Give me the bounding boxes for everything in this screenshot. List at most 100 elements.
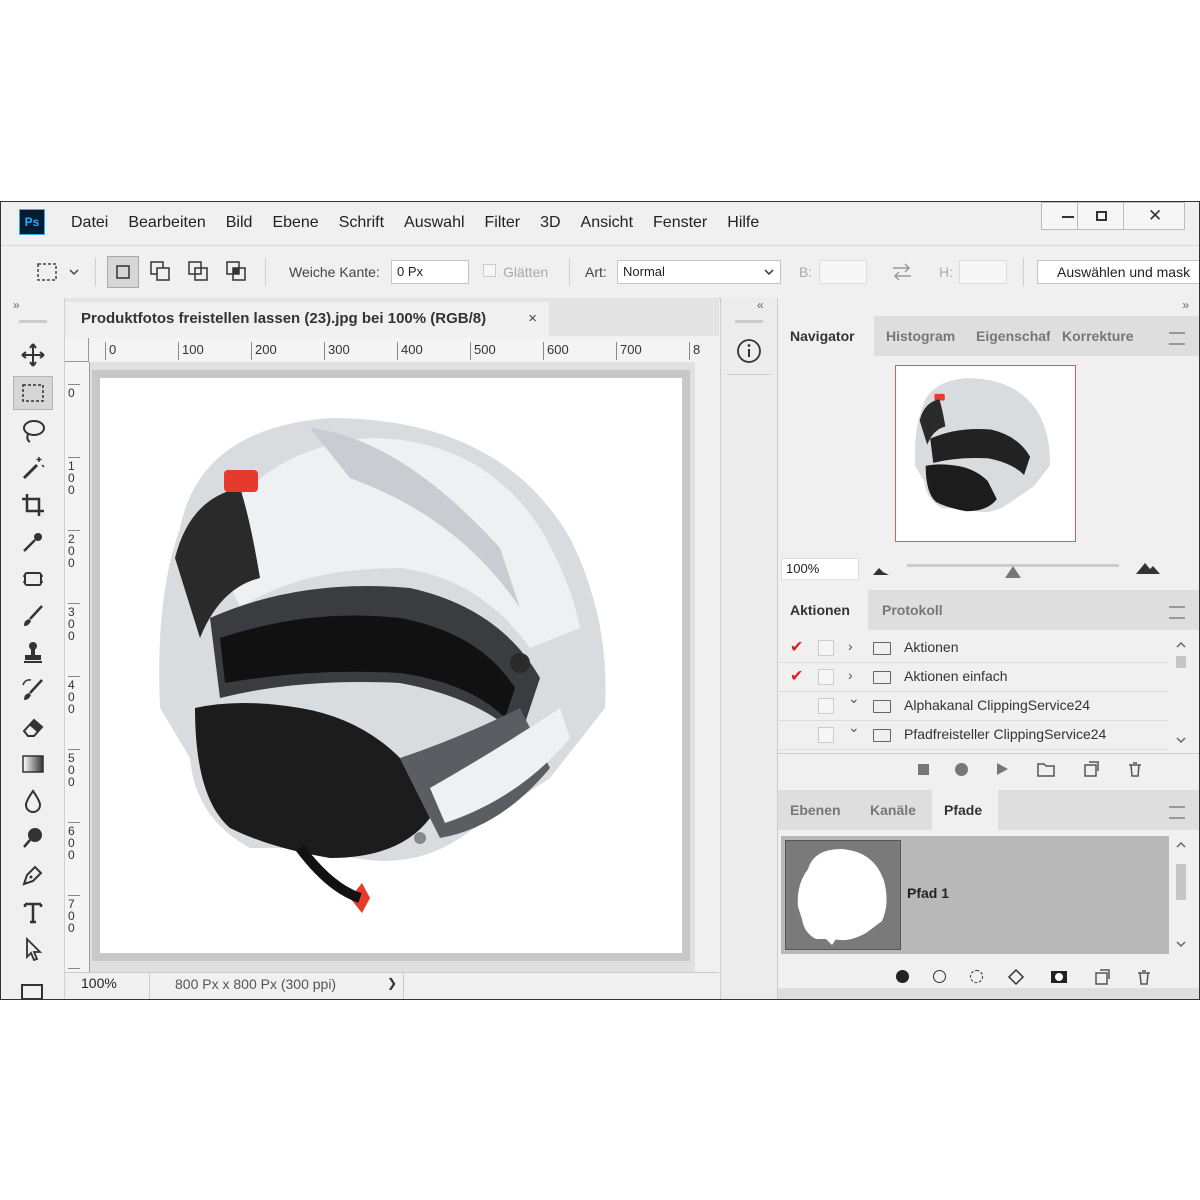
zoom-out-mountain-icon[interactable] <box>871 563 891 577</box>
type-tool[interactable] <box>13 895 53 929</box>
dodge-tool[interactable] <box>13 821 53 855</box>
menu-datei[interactable]: Datei <box>71 214 108 232</box>
magic-wand-tool[interactable] <box>13 451 53 485</box>
stroke-path-icon[interactable] <box>933 970 946 983</box>
chevron-right-icon[interactable]: › <box>848 667 853 683</box>
record-icon[interactable] <box>955 763 968 776</box>
select-and-mask-button[interactable]: Auswählen und mask <box>1037 260 1199 284</box>
chevron-right-icon[interactable]: › <box>848 638 853 654</box>
blur-tool[interactable] <box>13 784 53 818</box>
tab-korrekturen[interactable]: Korrekture <box>1050 316 1140 356</box>
load-path-as-selection-icon[interactable] <box>970 970 983 983</box>
new-action-icon[interactable] <box>1082 760 1100 778</box>
tab-kanaele[interactable]: Kanäle <box>858 790 932 830</box>
zoom-level[interactable]: 100% <box>81 975 117 991</box>
tab-ebenen[interactable]: Ebenen <box>778 790 858 830</box>
dialog-toggle-box[interactable] <box>818 640 834 656</box>
move-tool[interactable] <box>13 338 53 372</box>
paths-scrollbar[interactable] <box>1172 838 1190 952</box>
tab-eigenschaften[interactable]: Eigenschaf <box>964 316 1050 356</box>
menu-3d[interactable]: 3D <box>540 214 560 232</box>
antialias-checkbox[interactable] <box>483 264 496 277</box>
zoom-in-mountain-icon[interactable] <box>1134 560 1162 576</box>
zoom-slider-thumb[interactable] <box>1005 566 1021 578</box>
menu-schrift[interactable]: Schrift <box>339 214 384 232</box>
path-selection-tool[interactable] <box>13 932 53 966</box>
history-brush-tool[interactable] <box>13 673 53 707</box>
action-checkmark-icon[interactable]: ✔ <box>790 666 803 686</box>
feather-input[interactable]: 0 Px <box>391 260 469 284</box>
menu-auswahl[interactable]: Auswahl <box>404 214 464 232</box>
menu-hilfe[interactable]: Hilfe <box>727 214 759 232</box>
action-checkmark-icon[interactable]: ✔ <box>790 637 803 657</box>
rectangle-marquee-tool[interactable] <box>13 376 53 410</box>
folder-icon[interactable] <box>1036 760 1056 778</box>
tab-histogram[interactable]: Histogram <box>874 316 962 356</box>
make-work-path-icon[interactable] <box>1007 968 1025 986</box>
action-row[interactable]: ✔ › Aktionen einfach <box>778 663 1168 692</box>
eraser-tool[interactable] <box>13 710 53 744</box>
tab-aktionen[interactable]: Aktionen <box>778 590 868 630</box>
trash-icon[interactable] <box>1135 968 1153 986</box>
close-window-button[interactable]: ✕ <box>1123 202 1185 230</box>
fill-path-icon[interactable] <box>896 970 909 983</box>
menu-ansicht[interactable]: Ansicht <box>581 214 633 232</box>
info-panel-button[interactable] <box>731 334 767 368</box>
dialog-toggle-box[interactable] <box>818 727 834 743</box>
gradient-tool[interactable] <box>13 747 53 781</box>
panel-menu-icon[interactable] <box>1169 332 1185 345</box>
menu-filter[interactable]: Filter <box>485 214 521 232</box>
menu-bearbeiten[interactable]: Bearbeiten <box>128 214 205 232</box>
crop-tool[interactable] <box>13 488 53 522</box>
clone-stamp-tool[interactable] <box>13 636 53 670</box>
action-row[interactable]: ⌄ Pfadfreisteller ClippingService24 <box>778 719 1168 750</box>
swap-arrows-icon[interactable] <box>890 262 914 282</box>
navigator-preview[interactable] <box>895 365 1076 542</box>
panel-menu-icon[interactable] <box>1169 806 1185 819</box>
close-document-icon[interactable]: × <box>528 302 537 336</box>
navigator-zoom-field[interactable]: 100% <box>781 558 859 580</box>
new-path-icon[interactable] <box>1093 968 1111 986</box>
add-mask-icon[interactable] <box>1049 968 1069 986</box>
vertical-ruler[interactable]: 01002003004005006007008 <box>65 362 90 983</box>
tab-pfade[interactable]: Pfade <box>932 790 998 830</box>
subtract-selection-button[interactable] <box>183 256 215 288</box>
lasso-tool[interactable] <box>13 414 53 448</box>
width-input[interactable] <box>819 260 867 284</box>
eyedropper-tool[interactable] <box>13 525 53 559</box>
path-row[interactable]: Pfad 1 <box>781 836 1169 954</box>
horizontal-ruler[interactable]: 0 100 200 300 400 500 600 700 8 <box>90 338 700 363</box>
new-selection-button[interactable] <box>107 256 139 288</box>
chevron-down-icon[interactable]: ⌄ <box>848 690 860 707</box>
actions-scrollbar[interactable] <box>1172 638 1190 750</box>
collapse-panels-icon[interactable]: » <box>1182 298 1189 312</box>
style-select[interactable]: Normal <box>617 260 781 284</box>
chevron-down-icon[interactable]: ⌄ <box>848 719 860 736</box>
document-tab[interactable]: Produktfotos freistellen lassen (23).jpg… <box>65 302 549 336</box>
tab-navigator[interactable]: Navigator <box>778 316 874 356</box>
dialog-toggle-box[interactable] <box>818 698 834 714</box>
collapse-toolbar-icon[interactable]: » <box>13 298 20 312</box>
stop-icon[interactable] <box>918 764 929 775</box>
panel-menu-icon[interactable] <box>1169 606 1185 619</box>
marquee-preset-picker[interactable] <box>31 256 87 288</box>
maximize-button[interactable] <box>1077 202 1125 230</box>
menu-ebene[interactable]: Ebene <box>272 214 318 232</box>
menu-fenster[interactable]: Fenster <box>653 214 707 232</box>
status-chevron-icon[interactable]: ❯ <box>387 976 397 990</box>
tab-protokoll[interactable]: Protokoll <box>870 590 960 630</box>
brush-tool[interactable] <box>13 599 53 633</box>
image-canvas[interactable] <box>100 378 682 953</box>
trash-icon[interactable] <box>1126 760 1144 778</box>
action-row[interactable]: ⌄ Alphakanal ClippingService24 <box>778 690 1168 721</box>
intersect-selection-button[interactable] <box>221 256 253 288</box>
menu-bild[interactable]: Bild <box>226 214 253 232</box>
play-icon[interactable] <box>994 760 1010 778</box>
collapse-dock-icon[interactable]: « <box>757 298 764 312</box>
dialog-toggle-box[interactable] <box>818 669 834 685</box>
height-input[interactable] <box>959 260 1007 284</box>
action-row[interactable]: ✔ › Aktionen <box>778 634 1168 663</box>
rectangle-tool-partial[interactable] <box>21 984 43 999</box>
spot-healing-tool[interactable] <box>13 562 53 596</box>
add-to-selection-button[interactable] <box>145 256 177 288</box>
